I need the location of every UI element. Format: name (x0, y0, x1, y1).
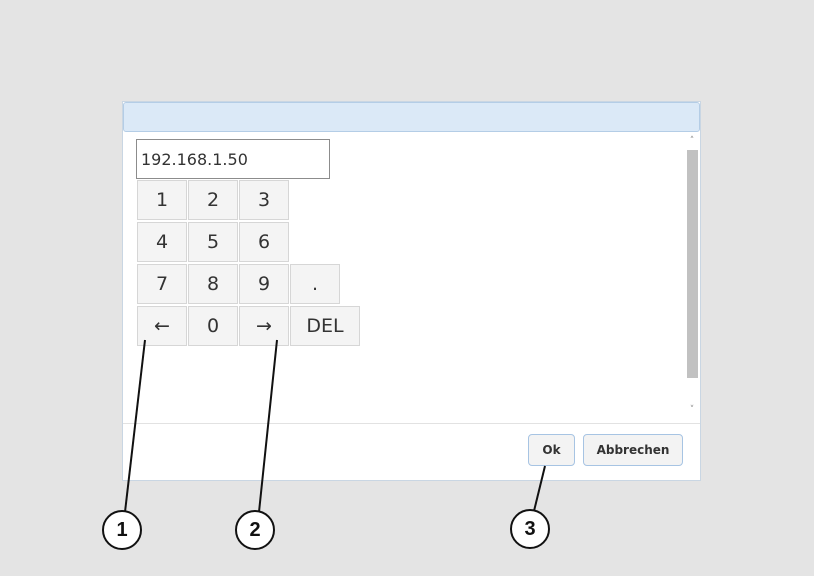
callout-1: 1 (102, 510, 142, 550)
scroll-up-icon[interactable]: ˄ (685, 133, 699, 149)
scroll-thumb[interactable] (687, 150, 698, 378)
dialog-titlebar[interactable] (123, 102, 700, 132)
scroll-down-icon[interactable]: ˅ (685, 402, 699, 418)
key-2[interactable]: 2 (188, 180, 238, 220)
ok-button[interactable]: Ok (528, 434, 575, 466)
key-0[interactable]: 0 (188, 306, 238, 346)
dialog-footer: Ok Abbrechen (123, 423, 700, 480)
cancel-button[interactable]: Abbrechen (583, 434, 683, 466)
key-8[interactable]: 8 (188, 264, 238, 304)
key-9[interactable]: 9 (239, 264, 289, 304)
ip-entry-dialog: 1 2 3 4 5 6 7 8 9 . ← 0 → DEL ˄ ˅ Ok Abb… (122, 101, 701, 481)
callout-2: 2 (235, 510, 275, 550)
vertical-scrollbar[interactable]: ˄ ˅ (685, 132, 699, 423)
key-right-arrow[interactable]: → (239, 306, 289, 346)
key-1[interactable]: 1 (137, 180, 187, 220)
key-7[interactable]: 7 (137, 264, 187, 304)
callout-3: 3 (510, 509, 550, 549)
key-5[interactable]: 5 (188, 222, 238, 262)
key-6[interactable]: 6 (239, 222, 289, 262)
key-del[interactable]: DEL (290, 306, 360, 346)
key-3[interactable]: 3 (239, 180, 289, 220)
key-4[interactable]: 4 (137, 222, 187, 262)
key-left-arrow[interactable]: ← (137, 306, 187, 346)
key-dot[interactable]: . (290, 264, 340, 304)
dialog-content: 1 2 3 4 5 6 7 8 9 . ← 0 → DEL (123, 132, 700, 423)
ip-address-input[interactable] (136, 139, 330, 179)
